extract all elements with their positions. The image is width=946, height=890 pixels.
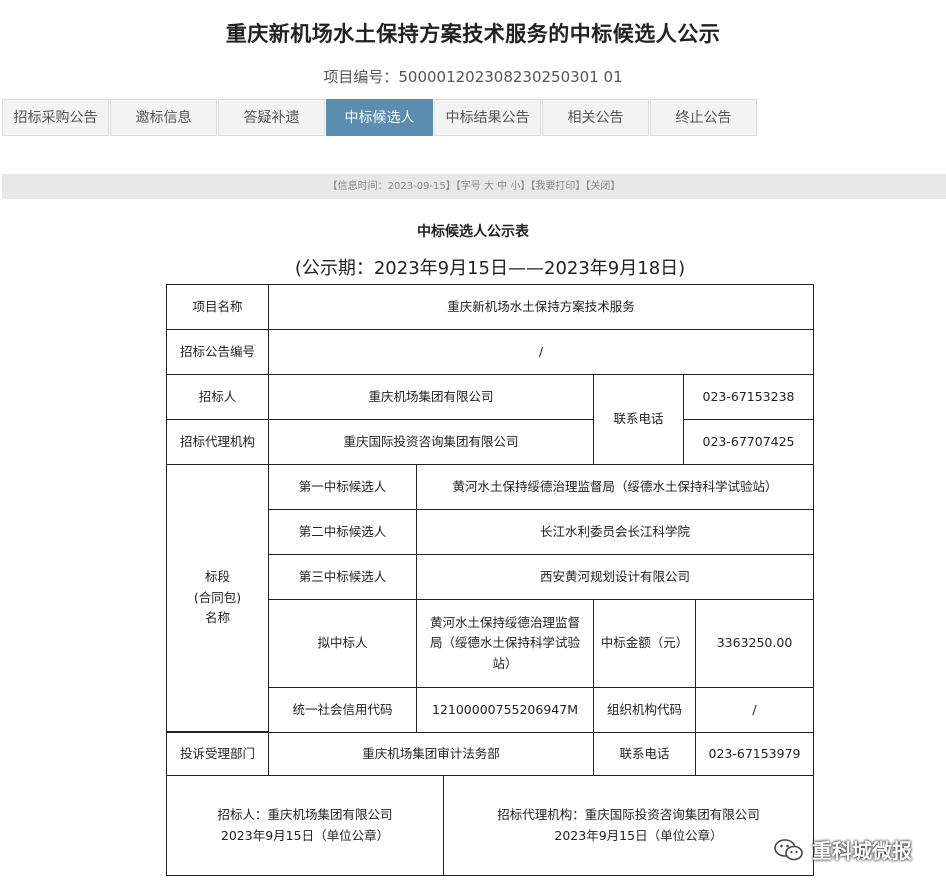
sign-agency-name: 招标代理机构：重庆国际投资咨询集团有限公司 [497, 806, 760, 822]
cell-agency-phone: 023-67707425 [683, 419, 814, 465]
lot-label-line: (合同包) [193, 589, 242, 605]
cell-candidate2: 长江水利委员会长江科学院 [416, 509, 814, 555]
cell-complaint-phone: 023-67153979 [695, 732, 814, 776]
tab-tender-notice[interactable]: 招标采购公告 [2, 99, 109, 136]
publicity-period: (公示期：2023年9月15日——2023年9月18日) [294, 258, 686, 279]
cell-sign-agency: 招标代理机构：重庆国际投资咨询集团有限公司 2023年9月15日（单位公章） [443, 775, 814, 876]
tab-award-result[interactable]: 中标结果公告 [434, 99, 541, 136]
cell-project-name-label: 项目名称 [166, 284, 269, 330]
page-title: 重庆新机场水土保持方案技术服务的中标候选人公示 [225, 22, 721, 46]
project-number-label: 项目编号： [323, 68, 399, 86]
cell-candidate3: 西安黄河规划设计有限公司 [416, 554, 814, 600]
cell-candidate1: 黄河水土保持绥德治理监督局（绥德水土保持科学试验站） [416, 464, 814, 510]
cell-complaint-dept: 重庆机场集团审计法务部 [268, 732, 594, 776]
cell-sign-tenderer: 招标人：重庆机场集团有限公司 2023年9月15日（单位公章） [166, 775, 444, 876]
cell-credit-code-label: 统一社会信用代码 [268, 687, 417, 733]
cell-amount: 3363250.00 [695, 599, 814, 688]
cell-complaint-label: 投诉受理部门 [166, 732, 269, 776]
sign-tenderer-date: 2023年9月15日（单位公章） [220, 827, 390, 843]
tab-invitation-info[interactable]: 邀标信息 [110, 99, 217, 136]
proposed-winner-line: 黄河水土保持绥德治理监督 [429, 614, 580, 630]
lot-label-line: 标段 [204, 569, 230, 585]
info-bar: 【信息时间：2023-09-15】【字号 大 中 小】【我要打印】【关闭】 [2, 174, 946, 199]
cell-proposed-label: 拟中标人 [268, 599, 417, 688]
cell-tenderer-phone: 023-67153238 [683, 374, 814, 420]
cell-amount-label: 中标金额（元） [593, 599, 696, 688]
candidate-table: 项目名称 重庆新机场水土保持方案技术服务 招标公告编号 / 招标人 重庆机场集团… [166, 284, 814, 876]
cell-tenderer: 重庆机场集团有限公司 [268, 374, 594, 420]
tab-termination-notice[interactable]: 终止公告 [650, 99, 757, 136]
notice-tabs: 招标采购公告 邀标信息 答疑补遗 中标候选人 中标结果公告 相关公告 终止公告 [2, 99, 758, 136]
tab-winning-candidates[interactable]: 中标候选人 [326, 99, 433, 136]
table-title: 中标候选人公示表 [417, 224, 529, 240]
cell-agency-label: 招标代理机构 [166, 419, 269, 465]
project-number: 项目编号：500001202308230250301 01 [0, 66, 946, 87]
tab-qa-supplement[interactable]: 答疑补遗 [218, 99, 325, 136]
lot-label-line: 名称 [204, 610, 230, 626]
cell-contact-phone-label: 联系电话 [593, 374, 684, 465]
cell-lot-label: 标段 (合同包) 名称 [166, 464, 269, 732]
proposed-winner-line: 站） [492, 655, 518, 671]
cell-proposed-winner: 黄河水土保持绥德治理监督 局（绥德水土保持科学试验 站） [416, 599, 594, 688]
tab-related-notice[interactable]: 相关公告 [542, 99, 649, 136]
watermark: 重科城微报 [774, 835, 912, 864]
cell-tenderer-label: 招标人 [166, 374, 269, 420]
project-number-value: 500001202308230250301 01 [398, 68, 623, 86]
cell-candidate2-label: 第二中标候选人 [268, 509, 417, 555]
watermark-text: 重科城微报 [812, 839, 912, 863]
cell-notice-no-label: 招标公告编号 [166, 329, 269, 375]
cell-project-name: 重庆新机场水土保持方案技术服务 [268, 284, 814, 330]
proposed-winner-line: 局（绥德水土保持科学试验 [429, 635, 580, 651]
cell-org-code: / [695, 687, 814, 733]
cell-credit-code: 12100000755206947M [416, 687, 594, 733]
cell-agency: 重庆国际投资咨询集团有限公司 [268, 419, 594, 465]
cell-candidate3-label: 第三中标候选人 [268, 554, 417, 600]
cell-complaint-phone-label: 联系电话 [593, 732, 696, 776]
sign-agency-date: 2023年9月15日（单位公章） [554, 827, 723, 843]
wechat-icon [774, 838, 803, 860]
cell-candidate1-label: 第一中标候选人 [268, 464, 417, 510]
sign-tenderer-name: 招标人：重庆机场集团有限公司 [217, 806, 393, 822]
cell-org-code-label: 组织机构代码 [593, 687, 696, 733]
cell-notice-no: / [268, 329, 814, 375]
